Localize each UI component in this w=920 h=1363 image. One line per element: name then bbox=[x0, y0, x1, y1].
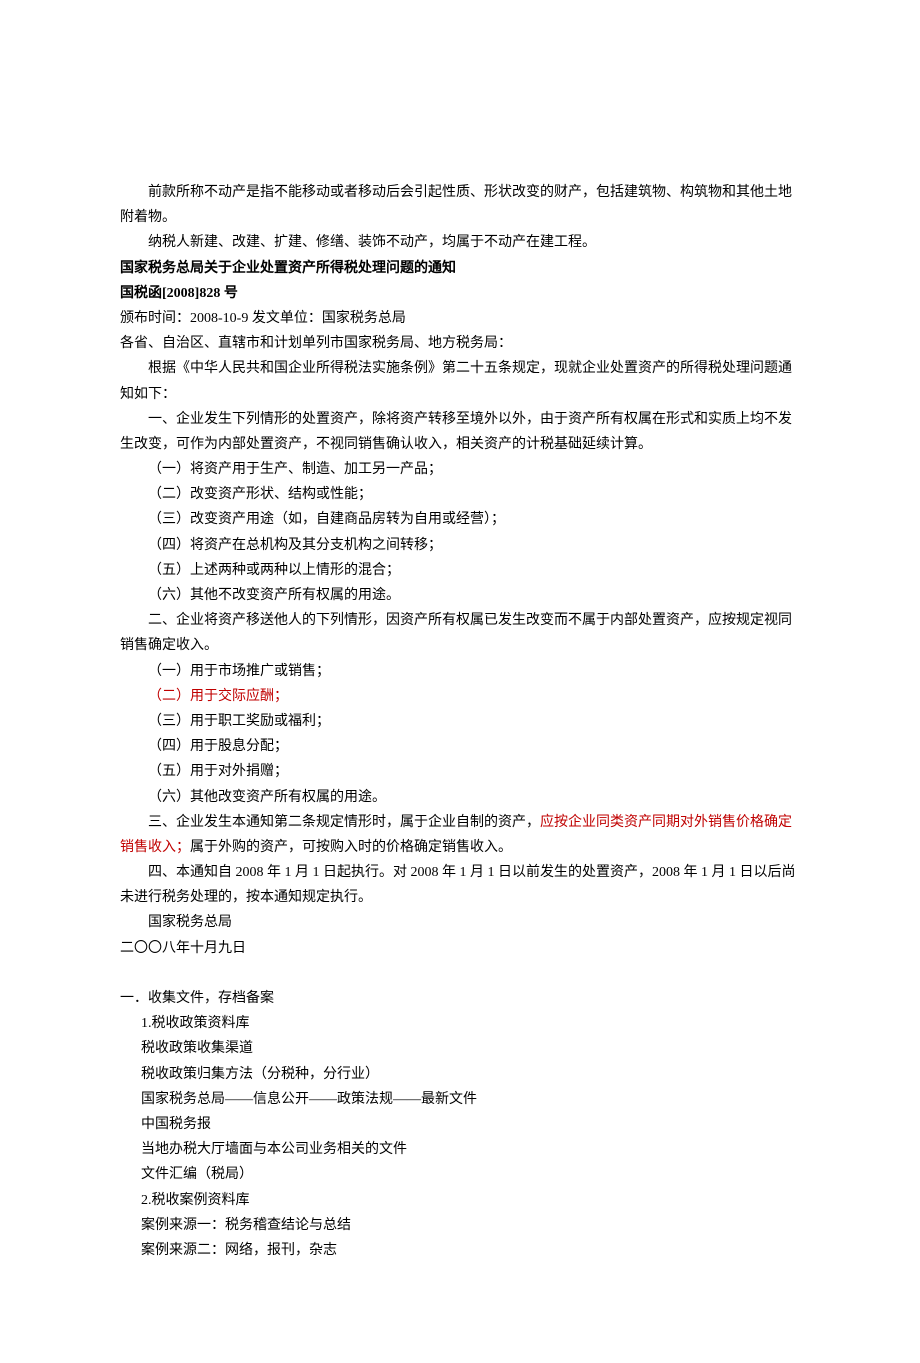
notice-date: 二〇〇八年十月九日 bbox=[120, 936, 800, 961]
s1-item5: （五）上述两种或两种以上情形的混合； bbox=[120, 558, 800, 583]
outline-i5: 中国税务报 bbox=[120, 1112, 800, 1137]
outline-i7: 文件汇编（税局） bbox=[120, 1162, 800, 1187]
intro-p2: 纳税人新建、改建、扩建、修缮、装饰不动产，均属于不动产在建工程。 bbox=[120, 230, 800, 255]
outline-i8: 2.税收案例资料库 bbox=[120, 1188, 800, 1213]
section2-head: 二、企业将资产移送他人的下列情形，因资产所有权属已发生改变而不属于内部处置资产，… bbox=[120, 608, 800, 658]
s1-item1: （一）将资产用于生产、制造、加工另一产品； bbox=[120, 457, 800, 482]
s1-item3: （三）改变资产用途（如，自建商品房转为自用或经营）； bbox=[120, 507, 800, 532]
notice-p1: 根据《中华人民共和国企业所得税法实施条例》第二十五条规定，现就企业处置资产的所得… bbox=[120, 356, 800, 406]
s1-item4: （四）将资产在总机构及其分支机构之间转移； bbox=[120, 533, 800, 558]
outline-i9: 案例来源一：税务稽查结论与总结 bbox=[120, 1213, 800, 1238]
s1-item6: （六）其他不改变资产所有权属的用途。 bbox=[120, 583, 800, 608]
s2-item3: （三）用于职工奖励或福利； bbox=[120, 709, 800, 734]
notice-meta: 颁布时间：2008-10-9 发文单位：国家税务总局 bbox=[120, 306, 800, 331]
intro-p1: 前款所称不动产是指不能移动或者移动后会引起性质、形状改变的财产，包括建筑物、构筑… bbox=[120, 180, 800, 230]
outline-i1: 1.税收政策资料库 bbox=[120, 1011, 800, 1036]
notice-sign: 国家税务总局 bbox=[120, 910, 800, 935]
s2-item1: （一）用于市场推广或销售； bbox=[120, 659, 800, 684]
outline-i10: 案例来源二：网络，报刊，杂志 bbox=[120, 1238, 800, 1263]
s3-post: 属于外购的资产，可按购入时的价格确定销售收入。 bbox=[190, 840, 512, 855]
s3-pre: 三、企业发生本通知第二条规定情形时，属于企业自制的资产， bbox=[148, 815, 540, 830]
s1-item2: （二）改变资产形状、结构或性能； bbox=[120, 482, 800, 507]
s2-item5: （五）用于对外捐赠； bbox=[120, 759, 800, 784]
s2-item2: （二）用于交际应酬； bbox=[120, 684, 800, 709]
section3: 三、企业发生本通知第二条规定情形时，属于企业自制的资产，应按企业同类资产同期对外… bbox=[120, 810, 800, 860]
outline-i4: 国家税务总局——信息公开——政策法规——最新文件 bbox=[120, 1087, 800, 1112]
section1-head: 一、企业发生下列情形的处置资产，除将资产转移至境外以外，由于资产所有权属在形式和… bbox=[120, 407, 800, 457]
notice-title: 国家税务总局关于企业处置资产所得税处理问题的通知 bbox=[120, 256, 800, 281]
s2-item4: （四）用于股息分配； bbox=[120, 734, 800, 759]
notice-docno: 国税函[2008]828 号 bbox=[120, 281, 800, 306]
outline-i3: 税收政策归集方法（分税种，分行业） bbox=[120, 1062, 800, 1087]
outline-h1: 一．收集文件，存档备案 bbox=[120, 986, 800, 1011]
s2-item6: （六）其他改变资产所有权属的用途。 bbox=[120, 785, 800, 810]
outline-i2: 税收政策收集渠道 bbox=[120, 1036, 800, 1061]
section4: 四、本通知自 2008 年 1 月 1 日起执行。对 2008 年 1 月 1 … bbox=[120, 860, 800, 910]
notice-addressee: 各省、自治区、直辖市和计划单列市国家税务局、地方税务局： bbox=[120, 331, 800, 356]
document-page: 前款所称不动产是指不能移动或者移动后会引起性质、形状改变的财产，包括建筑物、构筑… bbox=[0, 0, 920, 1363]
outline-i6: 当地办税大厅墙面与本公司业务相关的文件 bbox=[120, 1137, 800, 1162]
